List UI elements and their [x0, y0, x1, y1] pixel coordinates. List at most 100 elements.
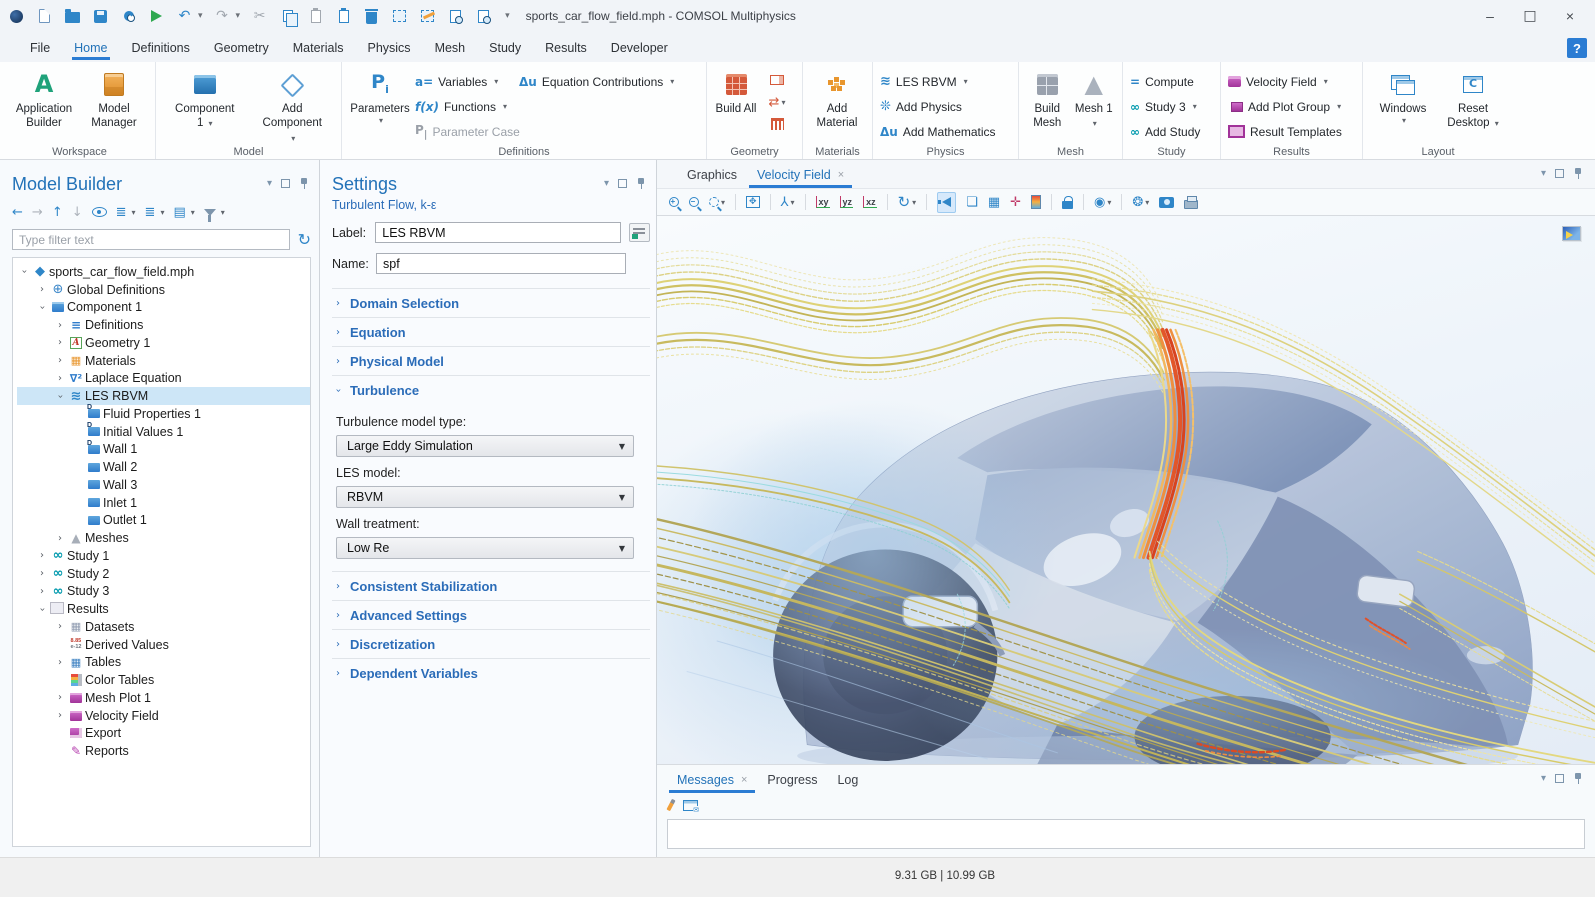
tree-item-outlet-1[interactable]: Outlet 1 — [17, 512, 310, 530]
plot-legend-icon[interactable] — [1562, 226, 1581, 241]
tree-item-velocity-field[interactable]: ›Velocity Field — [17, 707, 310, 725]
filter-icon[interactable] — [204, 209, 216, 216]
undo-dropdown-icon[interactable]: ▾ — [198, 11, 203, 21]
panel-menu-icon[interactable]: ▾ — [1541, 773, 1546, 784]
tree-item-reports[interactable]: ✎Reports — [17, 742, 310, 760]
tree-item-study-2[interactable]: ›∞Study 2 — [17, 565, 310, 583]
tree-item-results[interactable]: ›Results — [17, 600, 310, 618]
delete-icon[interactable] — [363, 8, 380, 25]
expand-chevron-icon[interactable]: › — [53, 355, 67, 366]
section-equation[interactable]: ›Equation — [332, 317, 650, 346]
tree-item-root[interactable]: ›◆sports_car_flow_field.mph — [17, 263, 310, 281]
application-builder-button[interactable]: A Application Builder — [11, 67, 77, 131]
parameters-button[interactable]: Pi Parameters ▾ — [349, 67, 411, 126]
pin-panel-icon[interactable] — [1573, 773, 1583, 784]
move-up-icon[interactable]: ↑ — [52, 205, 63, 220]
expand-chevron-icon[interactable]: › — [37, 602, 48, 616]
customize-toolbar-icon[interactable]: ▾ — [505, 11, 510, 21]
tree-item-tables[interactable]: ›▦Tables — [17, 654, 310, 672]
tree-item-color-tables[interactable]: Color Tables — [17, 671, 310, 689]
tab-geometry[interactable]: Geometry — [202, 36, 281, 62]
forward-icon[interactable]: → — [32, 205, 43, 220]
physics-interface-button[interactable]: ≋ LES RBVM▾ — [880, 69, 996, 94]
color-theme-icon[interactable]: ◉▾ — [1094, 195, 1111, 210]
paste-copy-icon[interactable] — [335, 8, 352, 25]
snapshot-icon[interactable]: ❂▾ — [1132, 195, 1149, 210]
pin-panel-icon[interactable] — [636, 178, 646, 189]
tab-messages[interactable]: Messages × — [667, 769, 757, 793]
reset-desktop-button[interactable]: C Reset Desktop ▾ — [1444, 67, 1502, 131]
expand-chevron-icon[interactable]: › — [53, 710, 67, 721]
tree-item-wall-3[interactable]: Wall 3 — [17, 476, 310, 494]
tree-item-global-definitions[interactable]: ›⊕Global Definitions — [17, 281, 310, 299]
scene-light-icon[interactable]: ❏ — [966, 195, 978, 210]
preview-icon[interactable] — [475, 8, 492, 25]
tab-definitions[interactable]: Definitions — [120, 36, 202, 62]
new-file-icon[interactable] — [36, 8, 53, 25]
tab-velocity-field[interactable]: Velocity Field × — [747, 164, 854, 188]
tree-item-wall-1[interactable]: DWall 1 — [17, 441, 310, 459]
view-xz-icon[interactable]: xz — [863, 196, 877, 208]
tree-item-les-rbvm[interactable]: ›≋LES RBVM — [17, 387, 310, 405]
tab-study[interactable]: Study — [477, 36, 533, 62]
maximize-button[interactable]: □ — [1523, 8, 1537, 24]
grid-icon[interactable]: ▦ — [988, 195, 1000, 210]
tree-item-initial-values-1[interactable]: DInitial Values 1 — [17, 423, 310, 441]
expand-chevron-icon[interactable]: › — [53, 337, 67, 348]
windows-button[interactable]: Windows ▾ — [1374, 67, 1432, 126]
pin-panel-icon[interactable] — [299, 178, 309, 189]
tree-item-mesh-plot-1[interactable]: ›Mesh Plot 1 — [17, 689, 310, 707]
close-tab-icon[interactable]: × — [741, 774, 747, 786]
open-messages-window-icon[interactable] — [683, 800, 698, 811]
functions-button[interactable]: f(x) Functions▾ — [415, 94, 515, 119]
help-button[interactable]: ? — [1567, 38, 1587, 58]
parameter-case-button[interactable]: P| Parameter Case — [415, 119, 515, 144]
expand-chevron-icon[interactable]: › — [19, 265, 30, 279]
float-panel-icon[interactable] — [281, 179, 290, 188]
save-preview-icon[interactable] — [120, 8, 137, 25]
go-to-view-icon[interactable]: ⅄▾ — [781, 195, 795, 210]
tab-mesh[interactable]: Mesh — [423, 36, 478, 62]
tab-progress[interactable]: Progress — [757, 769, 827, 793]
name-input[interactable] — [376, 253, 626, 274]
close-button[interactable]: × — [1563, 8, 1577, 24]
tree-item-study-1[interactable]: ›∞Study 1 — [17, 547, 310, 565]
compute-button[interactable]: = Compute — [1130, 69, 1200, 94]
tree-item-export[interactable]: Export — [17, 725, 310, 743]
application-logo-icon[interactable] — [8, 8, 25, 25]
paste-icon[interactable] — [307, 8, 324, 25]
expand-chevron-icon[interactable]: › — [53, 621, 67, 632]
add-material-button[interactable]: Add Material — [810, 67, 864, 131]
find-icon[interactable] — [447, 8, 464, 25]
float-panel-icon[interactable] — [618, 179, 627, 188]
tree-item-derived-values[interactable]: 8.85e-12Derived Values — [17, 636, 310, 654]
run-icon[interactable] — [148, 8, 165, 25]
section-physical-model[interactable]: ›Physical Model — [332, 346, 650, 375]
insert-sequence-icon[interactable] — [762, 69, 792, 91]
section-advanced-settings[interactable]: ›Advanced Settings — [332, 600, 650, 629]
result-templates-button[interactable]: Result Templates — [1228, 119, 1342, 144]
section-domain-selection[interactable]: ›Domain Selection — [332, 288, 650, 317]
panel-menu-icon[interactable]: ▾ — [604, 178, 609, 189]
back-icon[interactable]: ← — [12, 205, 23, 220]
float-panel-icon[interactable] — [1555, 774, 1564, 783]
build-all-button[interactable]: Build All — [714, 67, 758, 116]
model-manager-button[interactable]: Model Manager — [81, 67, 147, 131]
update-geometry-icon[interactable]: ⇄▾ — [762, 91, 792, 113]
tree-item-datasets[interactable]: ›▦Datasets — [17, 618, 310, 636]
expand-chevron-icon[interactable]: › — [35, 568, 49, 579]
mesh-1-button[interactable]: ▲ Mesh 1 ▾ — [1073, 67, 1116, 131]
section-discretization[interactable]: ›Discretization — [332, 629, 650, 658]
tab-results[interactable]: Results — [533, 36, 599, 62]
expand-all-dropdown-icon[interactable]: ▾ — [160, 208, 164, 217]
pin-panel-icon[interactable] — [1573, 168, 1583, 179]
select-box-icon[interactable] — [391, 8, 408, 25]
tab-home[interactable]: Home — [62, 36, 119, 62]
tab-graphics[interactable]: Graphics — [677, 164, 747, 188]
expand-chevron-icon[interactable]: › — [37, 300, 48, 314]
node-text-dropdown-icon[interactable]: ▾ — [191, 208, 195, 217]
section-consistent-stabilization[interactable]: ›Consistent Stabilization — [332, 571, 650, 600]
close-tab-icon[interactable]: × — [838, 169, 844, 181]
panel-menu-icon[interactable]: ▾ — [1541, 168, 1546, 179]
view-yz-icon[interactable]: yz — [840, 196, 854, 208]
